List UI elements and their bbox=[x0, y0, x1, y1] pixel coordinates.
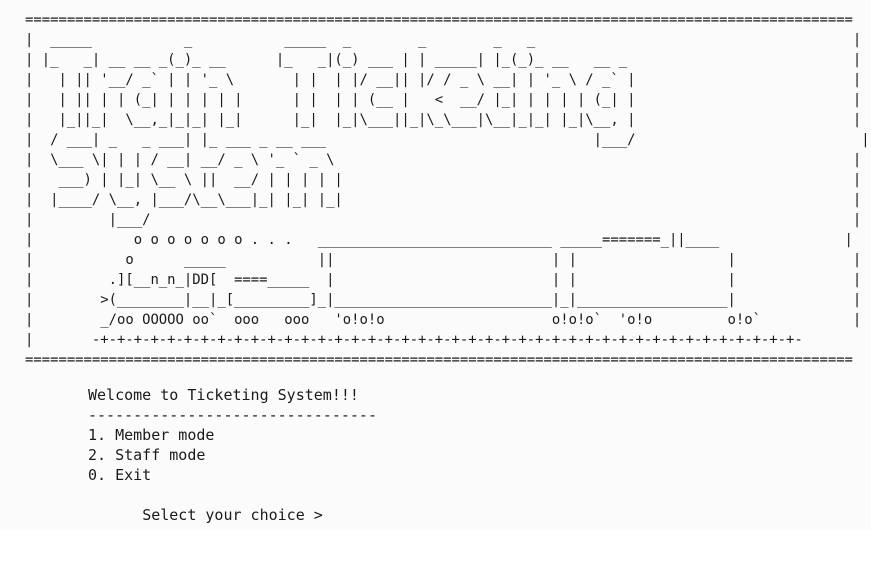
menu-option-staff: 2. Staff mode bbox=[88, 446, 206, 464]
choice-prompt: Select your choice > bbox=[142, 506, 323, 524]
input-cursor[interactable] bbox=[142, 527, 150, 542]
main-menu: Welcome to Ticketing System!!! ---------… bbox=[88, 385, 377, 524]
menu-divider: -------------------------------- bbox=[88, 406, 377, 424]
console-window: ========================================… bbox=[0, 0, 871, 530]
ascii-banner: ========================================… bbox=[25, 12, 871, 368]
menu-option-member: 1. Member mode bbox=[88, 426, 215, 444]
welcome-text: Welcome to Ticketing System!!! bbox=[88, 386, 359, 404]
choice-prompt-line[interactable]: Select your choice > bbox=[88, 485, 377, 524]
menu-option-exit: 0. Exit bbox=[88, 466, 152, 484]
